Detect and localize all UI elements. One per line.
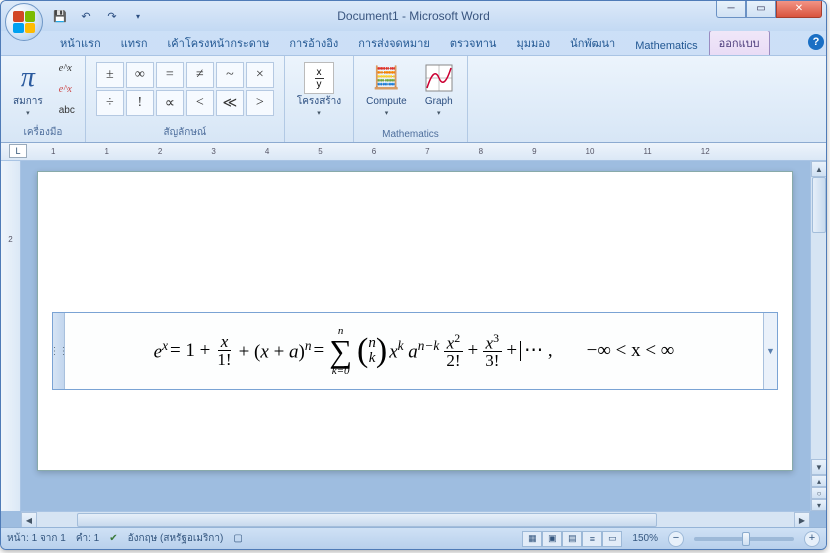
symbol-times[interactable]: × [246, 62, 274, 88]
next-page-icon[interactable]: ▾ [811, 499, 826, 511]
tab-home[interactable]: หน้าแรก [51, 31, 110, 55]
titlebar: 💾 ↶ ↷ ▾ Document1 - Microsoft Word ─ ▭ ✕ [1, 1, 826, 31]
graph-icon [423, 62, 455, 94]
tab-mathematics[interactable]: Mathematics [626, 37, 706, 55]
view-web[interactable]: ▤ [562, 531, 582, 547]
tab-view[interactable]: มุมมอง [507, 31, 559, 55]
symbol-muchless[interactable]: ≪ [216, 90, 244, 116]
equation-handle[interactable]: ⋮⋮ [53, 313, 65, 389]
symbol-propto[interactable]: ∝ [156, 90, 184, 116]
symbol-notequal[interactable]: ≠ [186, 62, 214, 88]
scrollbar-horizontal[interactable]: ◀ ▶ [21, 511, 810, 527]
zoom-in-button[interactable]: + [804, 531, 820, 547]
zoom-slider[interactable] [694, 537, 794, 541]
symbol-tilde[interactable]: ~ [216, 62, 244, 88]
window-controls: ─ ▭ ✕ [716, 0, 822, 18]
symbol-factorial[interactable]: ! [126, 90, 154, 116]
symbol-greater[interactable]: > [246, 90, 274, 116]
scroll-down-icon[interactable]: ▼ [811, 459, 826, 475]
page[interactable]: ⋮⋮ ex = 1 + x1! + (x + a)n = n∑k=0 (nk) … [37, 171, 793, 471]
zoom-level[interactable]: 150% [632, 533, 658, 544]
minimize-button[interactable]: ─ [716, 0, 746, 18]
scroll-thumb-horizontal[interactable] [77, 513, 657, 527]
office-button[interactable] [5, 3, 43, 41]
scroll-right-icon[interactable]: ▶ [794, 512, 810, 527]
equation-options-dropdown[interactable]: ▼ [763, 313, 777, 389]
window-title: Document1 - Microsoft Word [1, 9, 826, 23]
tab-mailings[interactable]: การส่งจดหมาย [349, 31, 439, 55]
professional-button[interactable]: e^x [55, 58, 79, 78]
group-mathematics: 🧮 Compute ▾ Graph ▾ Mathematics [354, 56, 468, 142]
normal-text-button[interactable]: abc [55, 100, 79, 120]
zoom-thumb[interactable] [742, 532, 750, 546]
view-outline[interactable]: ≡ [582, 531, 602, 547]
symbol-plusminus[interactable]: ± [96, 62, 124, 88]
equation-box[interactable]: ⋮⋮ ex = 1 + x1! + (x + a)n = n∑k=0 (nk) … [52, 312, 778, 390]
group-structures: xy โครงสร้าง ▾ [285, 56, 354, 142]
status-language[interactable]: อังกฤษ (สหรัฐอเมริกา) [128, 531, 224, 546]
structures-button[interactable]: xy โครงสร้าง ▾ [291, 58, 347, 121]
status-bar: หน้า: 1 จาก 1 คำ: 1 ✔ อังกฤษ (สหรัฐอเมริ… [1, 527, 826, 549]
symbol-equals[interactable]: = [156, 62, 184, 88]
text-cursor [520, 341, 521, 361]
group-symbols: ± ∞ = ≠ ~ × ÷ ! ∝ < ≪ > สัญลักษณ์ [86, 56, 285, 142]
tab-layout[interactable]: เค้าโครงหน้ากระดาษ [159, 31, 279, 55]
ribbon-tabs: หน้าแรก แทรก เค้าโครงหน้ากระดาษ การอ้างอ… [47, 31, 826, 55]
tab-developer[interactable]: นักพัฒนา [561, 31, 624, 55]
equation-content[interactable]: ex = 1 + x1! + (x + a)n = n∑k=0 (nk) xk … [65, 325, 763, 378]
app-window: 💾 ↶ ↷ ▾ Document1 - Microsoft Word ─ ▭ ✕… [0, 0, 827, 550]
ruler-horizontal[interactable]: L 1123456789101112 [1, 143, 826, 161]
view-print-layout[interactable]: ▦ [522, 531, 542, 547]
macro-icon[interactable]: ▢ [233, 533, 242, 544]
help-icon[interactable]: ? [808, 34, 824, 50]
zoom-out-button[interactable]: − [668, 531, 684, 547]
symbol-divide[interactable]: ÷ [96, 90, 124, 116]
view-buttons: ▦ ▣ ▤ ≡ ▭ [522, 531, 622, 547]
ruler-vertical[interactable]: 2 [1, 161, 21, 511]
tab-references[interactable]: การอ้างอิง [280, 31, 347, 55]
group-tools: π สมการ ▾ e^x e^x abc เครื่องมือ [1, 56, 86, 142]
compute-icon: 🧮 [370, 62, 402, 94]
tab-insert[interactable]: แทรก [112, 31, 157, 55]
ribbon: π สมการ ▾ e^x e^x abc เครื่องมือ ± ∞ = ≠… [1, 55, 826, 143]
view-fullscreen[interactable]: ▣ [542, 531, 562, 547]
close-button[interactable]: ✕ [776, 0, 822, 18]
graph-button[interactable]: Graph ▾ [417, 58, 461, 121]
symbol-gallery: ± ∞ = ≠ ~ × ÷ ! ∝ < ≪ > [92, 58, 278, 120]
status-words[interactable]: คำ: 1 [76, 531, 99, 546]
prev-page-icon[interactable]: ▴ [811, 475, 826, 487]
tab-design[interactable]: ออกแบบ [709, 30, 770, 55]
tab-review[interactable]: ตรวจทาน [441, 31, 506, 55]
scroll-thumb-vertical[interactable] [812, 177, 826, 233]
fraction-icon: xy [304, 62, 334, 94]
scrollbar-vertical[interactable]: ▲ ▼ ▴ ○ ▾ [810, 161, 826, 511]
proofing-icon[interactable]: ✔ [109, 533, 117, 544]
pi-icon: π [21, 62, 35, 94]
symbol-less[interactable]: < [186, 90, 214, 116]
tab-selector[interactable]: L [9, 144, 27, 158]
view-draft[interactable]: ▭ [602, 531, 622, 547]
scroll-left-icon[interactable]: ◀ [21, 512, 37, 527]
status-page[interactable]: หน้า: 1 จาก 1 [7, 531, 66, 546]
scroll-up-icon[interactable]: ▲ [811, 161, 826, 177]
symbol-infinity[interactable]: ∞ [126, 62, 154, 88]
maximize-button[interactable]: ▭ [746, 0, 776, 18]
select-browse-icon[interactable]: ○ [811, 487, 826, 499]
compute-button[interactable]: 🧮 Compute ▾ [360, 58, 413, 121]
document-area: 2 ⋮⋮ ex = 1 + x1! + (x + a)n = n∑k=0 (nk… [1, 161, 826, 527]
equation-button[interactable]: π สมการ ▾ [7, 58, 49, 121]
linear-button[interactable]: e^x [55, 79, 79, 99]
